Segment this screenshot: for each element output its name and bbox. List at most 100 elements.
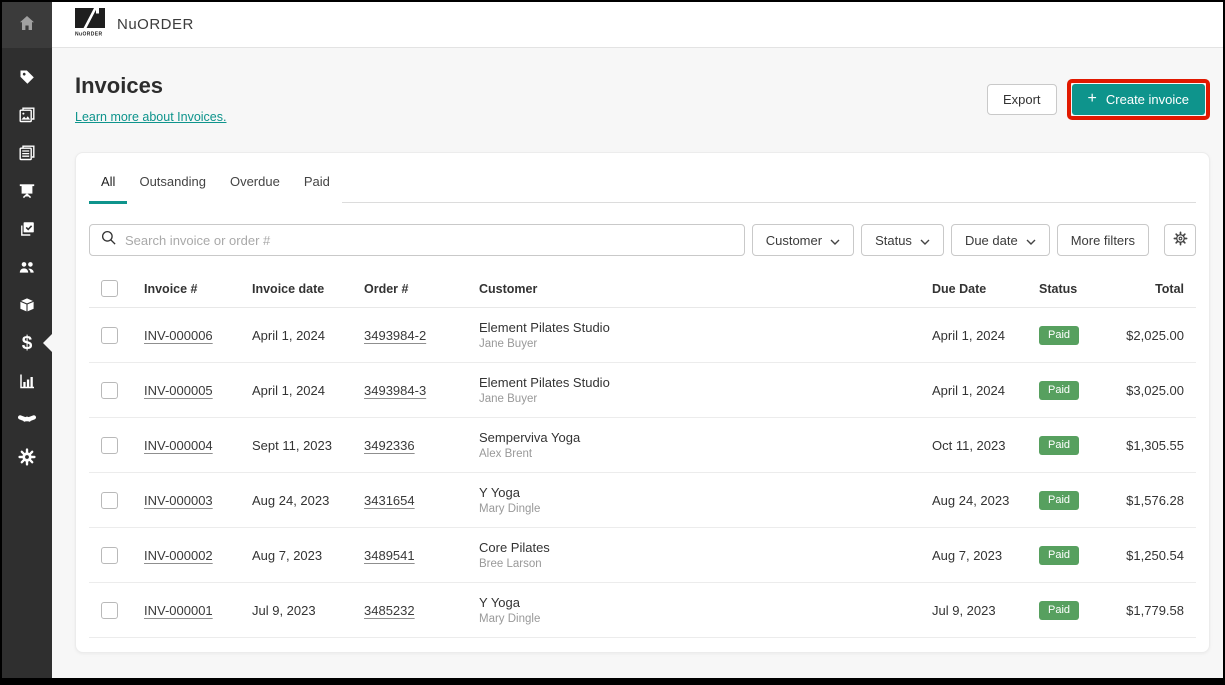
table-row: INV-000003 Aug 24, 2023 3431654 Y Yoga M…: [89, 473, 1196, 528]
sidebar-item-linesheets[interactable]: [2, 134, 52, 172]
invoices-card: All Outsanding Overdue Paid Search invoi…: [75, 152, 1210, 653]
due-date-cell: Aug 24, 2023: [932, 492, 1010, 508]
status-badge: Paid: [1039, 490, 1080, 510]
invoice-date-cell: Sept 11, 2023: [252, 437, 332, 453]
total-cell: $2,025.00: [1126, 327, 1184, 343]
learn-more-link[interactable]: Learn more about Invoices.: [75, 110, 226, 124]
invoice-link[interactable]: INV-000005: [144, 383, 213, 398]
customers-icon: [17, 257, 37, 277]
screenshot-frame: $ NuORDER NuORDER Invoices Learn more ab…: [0, 0, 1225, 685]
table-row: INV-000002 Aug 7, 2023 3489541 Core Pila…: [89, 528, 1196, 583]
sidebar-item-catalogs[interactable]: [2, 96, 52, 134]
row-checkbox[interactable]: [101, 326, 118, 344]
top-header: NuORDER NuORDER: [52, 2, 1223, 48]
order-link[interactable]: 3485232: [364, 603, 415, 618]
app-window: $ NuORDER NuORDER Invoices Learn more ab…: [2, 2, 1223, 678]
presentation-icon: [17, 181, 37, 201]
tab-outstanding[interactable]: Outsanding: [127, 165, 218, 204]
invoice-link[interactable]: INV-000006: [144, 328, 213, 343]
row-checkbox[interactable]: [101, 546, 118, 564]
clipboard-check-icon: [17, 219, 37, 239]
col-header-due-date: Due Date: [932, 281, 987, 296]
catalog-icon: [17, 105, 37, 125]
sidebar-item-products-tag[interactable]: [2, 58, 52, 96]
customer-filter-dropdown[interactable]: Customer: [751, 224, 855, 256]
status-badge: Paid: [1039, 435, 1080, 455]
total-cell: $1,779.58: [1126, 602, 1184, 618]
customer-contact: Mary Dingle: [479, 503, 541, 515]
chevron-down-icon: [1026, 233, 1036, 248]
table-row: INV-000004 Sept 11, 2023 3492336 Semperv…: [89, 418, 1196, 473]
total-cell: $3,025.00: [1126, 382, 1184, 398]
main-area: NuORDER NuORDER Invoices Learn more abou…: [52, 2, 1223, 678]
brand-wordmark: NuORDER: [117, 16, 194, 33]
row-checkbox[interactable]: [101, 491, 118, 509]
sidebar-item-presentations[interactable]: [2, 172, 52, 210]
invoice-link[interactable]: INV-000004: [144, 438, 213, 453]
sidebar-nav: $: [2, 48, 52, 476]
sidebar-item-settings[interactable]: [2, 438, 52, 476]
customer-name: Element Pilates Studio: [479, 375, 610, 390]
customer-name: Y Yoga: [479, 595, 520, 610]
table-row: INV-000001 Jul 9, 2023 3485232 Y Yoga Ma…: [89, 583, 1196, 638]
tab-all[interactable]: All: [89, 165, 128, 204]
invoice-table: Invoice # Invoice date Order # Customer …: [89, 270, 1196, 638]
col-header-order: Order #: [364, 281, 409, 296]
invoice-date-cell: Aug 24, 2023: [252, 492, 330, 508]
nuorder-logo[interactable]: NuORDER NuORDER: [75, 4, 194, 42]
order-link[interactable]: 3489541: [364, 548, 415, 563]
status-badge: Paid: [1039, 545, 1080, 565]
sidebar-item-orders[interactable]: [2, 210, 52, 248]
customer-contact: Alex Brent: [479, 448, 533, 460]
sidebar-item-analytics[interactable]: [2, 362, 52, 400]
invoice-link[interactable]: INV-000001: [144, 603, 213, 618]
invoice-link[interactable]: INV-000002: [144, 548, 213, 563]
table-row: INV-000006 April 1, 2024 3493984-2 Eleme…: [89, 308, 1196, 363]
due-date-cell: Jul 9, 2023: [932, 602, 996, 618]
create-invoice-button[interactable]: + Create invoice: [1071, 84, 1205, 115]
invoice-date-cell: Aug 7, 2023: [252, 547, 323, 563]
table-settings-button[interactable]: [1164, 224, 1196, 256]
sidebar-item-customers[interactable]: [2, 248, 52, 286]
dollar-icon: $: [21, 332, 33, 354]
row-checkbox[interactable]: [101, 436, 118, 454]
row-checkbox[interactable]: [101, 601, 118, 619]
customer-contact: Bree Larson: [479, 558, 542, 570]
col-header-total: Total: [1155, 281, 1184, 296]
customer-name: Element Pilates Studio: [479, 320, 610, 335]
order-link[interactable]: 3493984-2: [364, 328, 426, 343]
page-head: Invoices Learn more about Invoices. Expo…: [75, 73, 1210, 126]
customer-name: Semperviva Yoga: [479, 430, 581, 445]
order-link[interactable]: 3493984-3: [364, 383, 426, 398]
tab-overdue[interactable]: Overdue: [218, 165, 292, 204]
gear-icon: [17, 447, 37, 467]
chevron-down-icon: [830, 233, 840, 248]
total-cell: $1,250.54: [1126, 547, 1184, 563]
sidebar: $: [2, 2, 52, 678]
more-filters-button[interactable]: More filters: [1056, 224, 1149, 256]
invoice-date-cell: Jul 9, 2023: [252, 602, 316, 618]
nuorder-logo-mark: NuORDER: [75, 4, 107, 42]
order-link[interactable]: 3492336: [364, 438, 415, 453]
invoice-date-cell: April 1, 2024: [252, 327, 325, 343]
tab-bar-divider: [341, 165, 1196, 203]
status-filter-dropdown[interactable]: Status: [861, 224, 944, 256]
due-date-filter-dropdown[interactable]: Due date: [950, 224, 1050, 256]
sidebar-item-home[interactable]: [2, 2, 52, 48]
order-link[interactable]: 3431654: [364, 493, 415, 508]
sidebar-item-partners[interactable]: [2, 400, 52, 438]
row-checkbox[interactable]: [101, 381, 118, 399]
page-content: Invoices Learn more about Invoices. Expo…: [52, 48, 1223, 678]
tab-paid[interactable]: Paid: [292, 165, 342, 204]
search-icon: [100, 229, 117, 251]
select-all-checkbox[interactable]: [101, 280, 118, 297]
total-cell: $1,576.28: [1126, 492, 1184, 508]
sidebar-item-payments[interactable]: $: [2, 324, 52, 362]
tab-bar: All Outsanding Overdue Paid: [76, 153, 1209, 204]
search-input[interactable]: [125, 232, 734, 248]
invoice-link[interactable]: INV-000003: [144, 493, 213, 508]
search-box: [89, 224, 745, 256]
customer-name: Core Pilates: [479, 540, 550, 555]
sidebar-item-inventory[interactable]: [2, 286, 52, 324]
export-button[interactable]: Export: [986, 84, 1057, 115]
